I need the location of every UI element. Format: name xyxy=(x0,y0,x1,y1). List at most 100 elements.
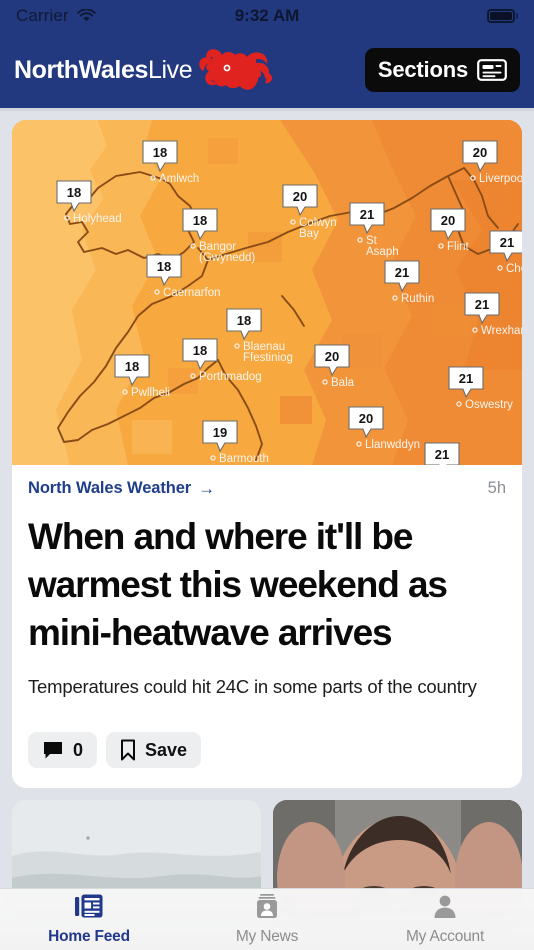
map-temperature-marker: 18 Pwllheli xyxy=(114,354,170,399)
marker-temperature: 21 xyxy=(395,265,409,280)
marker-temperature: 20 xyxy=(293,189,307,204)
comment-count: 0 xyxy=(73,739,84,760)
marker-location-dot xyxy=(234,343,240,349)
marker-place-label: Chester xyxy=(506,263,522,275)
article-category-link[interactable]: North Wales Weather → xyxy=(28,479,215,498)
map-temperature-marker: 20 Llanwddyn xyxy=(348,406,420,451)
marker-temperature: 18 xyxy=(193,343,207,358)
bookmark-icon xyxy=(120,739,136,761)
marker-temperature: 19 xyxy=(213,425,227,440)
tab-home-feed[interactable]: Home Feed xyxy=(0,893,178,946)
marker-location-dot xyxy=(392,295,398,301)
marker-place-label: (Gwynedd) xyxy=(199,252,255,264)
marker-place-label: Bala xyxy=(331,377,355,389)
wifi-icon xyxy=(76,8,96,23)
marker-location-dot xyxy=(210,455,216,461)
marker-place-label: Asaph xyxy=(366,246,399,258)
marker-place-label: Liverpool xyxy=(479,173,522,185)
comment-bubble-icon xyxy=(42,740,64,760)
map-temperature-marker: 21 Wrexham xyxy=(464,292,522,337)
map-temperature-marker: 19 Barmouth xyxy=(202,420,269,465)
map-temperature-marker: 20 Flint xyxy=(430,208,470,253)
article-category-label: North Wales Weather xyxy=(28,479,192,497)
map-temperature-marker: 18Bangor(Gwynedd) xyxy=(182,208,255,264)
battery-full-icon xyxy=(487,9,515,23)
marker-location-dot xyxy=(150,175,156,181)
marker-place-label: Pwllheli xyxy=(131,387,170,399)
marker-place-label: Porthmadog xyxy=(199,371,262,383)
carrier-label: Carrier xyxy=(16,6,69,25)
marker-location-dot xyxy=(122,389,128,395)
article-card[interactable]: 18 Amlwch 18 Holyhead 18 Bangor (Gwynedd) 18 Cae… xyxy=(12,120,522,789)
marker-location-dot xyxy=(470,175,476,181)
person-icon xyxy=(430,893,460,924)
marker-temperature: 20 xyxy=(359,411,373,426)
marker-location-dot xyxy=(190,373,196,379)
sections-button[interactable]: Sections xyxy=(364,48,520,92)
marker-location-dot xyxy=(357,237,363,243)
marker-location-dot xyxy=(356,441,362,447)
marker-location-dot xyxy=(190,243,196,249)
welsh-dragon-icon xyxy=(198,48,273,92)
sections-list-icon xyxy=(477,59,507,81)
map-temperature-marker: 21 xyxy=(424,442,460,465)
tab-my-account-label: My Account xyxy=(405,928,485,945)
marker-location-dot xyxy=(456,401,462,407)
tab-my-news[interactable]: My News xyxy=(178,893,356,946)
map-temperature-marker: 21 Ruthin xyxy=(384,260,434,305)
brand-wordmark: NorthWalesLive xyxy=(14,57,193,83)
marker-location-dot xyxy=(472,327,478,333)
map-temperature-marker: 18 Holyhead xyxy=(56,180,122,225)
marker-temperature: 20 xyxy=(441,213,455,228)
marker-temperature: 18 xyxy=(193,213,207,228)
marker-place-label: Holyhead xyxy=(73,213,122,225)
marker-temperature: 20 xyxy=(325,349,339,364)
marker-place-label: Bay xyxy=(299,228,319,240)
status-bar-left: Carrier xyxy=(16,6,96,26)
save-button-label: Save xyxy=(145,739,188,760)
app-screen: Carrier 9:32 AM NorthWalesLive Sections … xyxy=(0,0,534,950)
article-headline[interactable]: When and where it'll be warmest this wee… xyxy=(28,513,506,657)
marker-place-label: Flint xyxy=(447,241,470,253)
marker-temperature: 21 xyxy=(360,207,374,222)
home-feed-scroll[interactable]: 18 Amlwch 18 Holyhead 18 Bangor (Gwynedd) 18 Cae… xyxy=(0,111,534,950)
marker-place-label: Llanwddyn xyxy=(365,439,420,451)
map-temperature-marker: 21 Oswestry xyxy=(448,366,513,411)
marker-temperature: 21 xyxy=(475,297,489,312)
arrow-right-icon: → xyxy=(198,479,216,498)
marker-location-dot xyxy=(154,289,160,295)
tab-home-feed-label: Home Feed xyxy=(48,928,130,945)
tab-my-news-label: My News xyxy=(235,928,299,945)
article-hero-image[interactable]: 18 Amlwch 18 Holyhead 18 Bangor (Gwynedd) 18 Cae… xyxy=(12,120,522,465)
marker-location-dot xyxy=(64,215,70,221)
map-temperature-marker: 20 Bala xyxy=(314,344,355,389)
app-header: NorthWalesLive Sections xyxy=(0,32,534,108)
comments-button[interactable]: 0 xyxy=(28,732,98,769)
map-temperature-marker: 20 Liverpool xyxy=(462,140,522,185)
marker-place-label: Ruthin xyxy=(401,293,434,305)
article-timestamp: 5h xyxy=(487,479,506,497)
tab-my-account[interactable]: My Account xyxy=(356,893,534,946)
marker-location-dot xyxy=(322,379,328,385)
bottom-tab-bar: Home Feed My News My Account xyxy=(0,888,534,950)
temperature-markers: 18Amlwch18Holyhead 18Bangor(Gwynedd)18Cae… xyxy=(56,140,522,465)
marker-place-label: Amlwch xyxy=(159,173,199,185)
marker-temperature: 18 xyxy=(125,359,139,374)
marker-temperature: 18 xyxy=(67,185,81,200)
status-bar-right xyxy=(487,9,518,23)
article-actions: 0 Save xyxy=(12,700,522,788)
article-standfirst: Temperatures could hit 24C in some parts… xyxy=(28,676,477,698)
save-button[interactable]: Save xyxy=(106,732,202,769)
article-text-block: North Wales Weather → 5h When and where … xyxy=(12,465,522,700)
marker-place-label: Ffestiniog xyxy=(243,352,293,364)
marker-temperature: 21 xyxy=(500,235,514,250)
marker-temperature: 21 xyxy=(459,371,473,386)
map-temperature-marker: 21StAsaph xyxy=(349,202,399,258)
marker-location-dot xyxy=(497,265,503,271)
marker-temperature: 20 xyxy=(473,145,487,160)
marker-place-label: Caernarfon xyxy=(163,287,221,299)
brand-logo[interactable]: NorthWalesLive xyxy=(14,48,273,92)
marker-temperature: 18 xyxy=(157,259,171,274)
battery-tip xyxy=(516,13,518,19)
marker-place-label: Barmouth xyxy=(219,453,269,465)
